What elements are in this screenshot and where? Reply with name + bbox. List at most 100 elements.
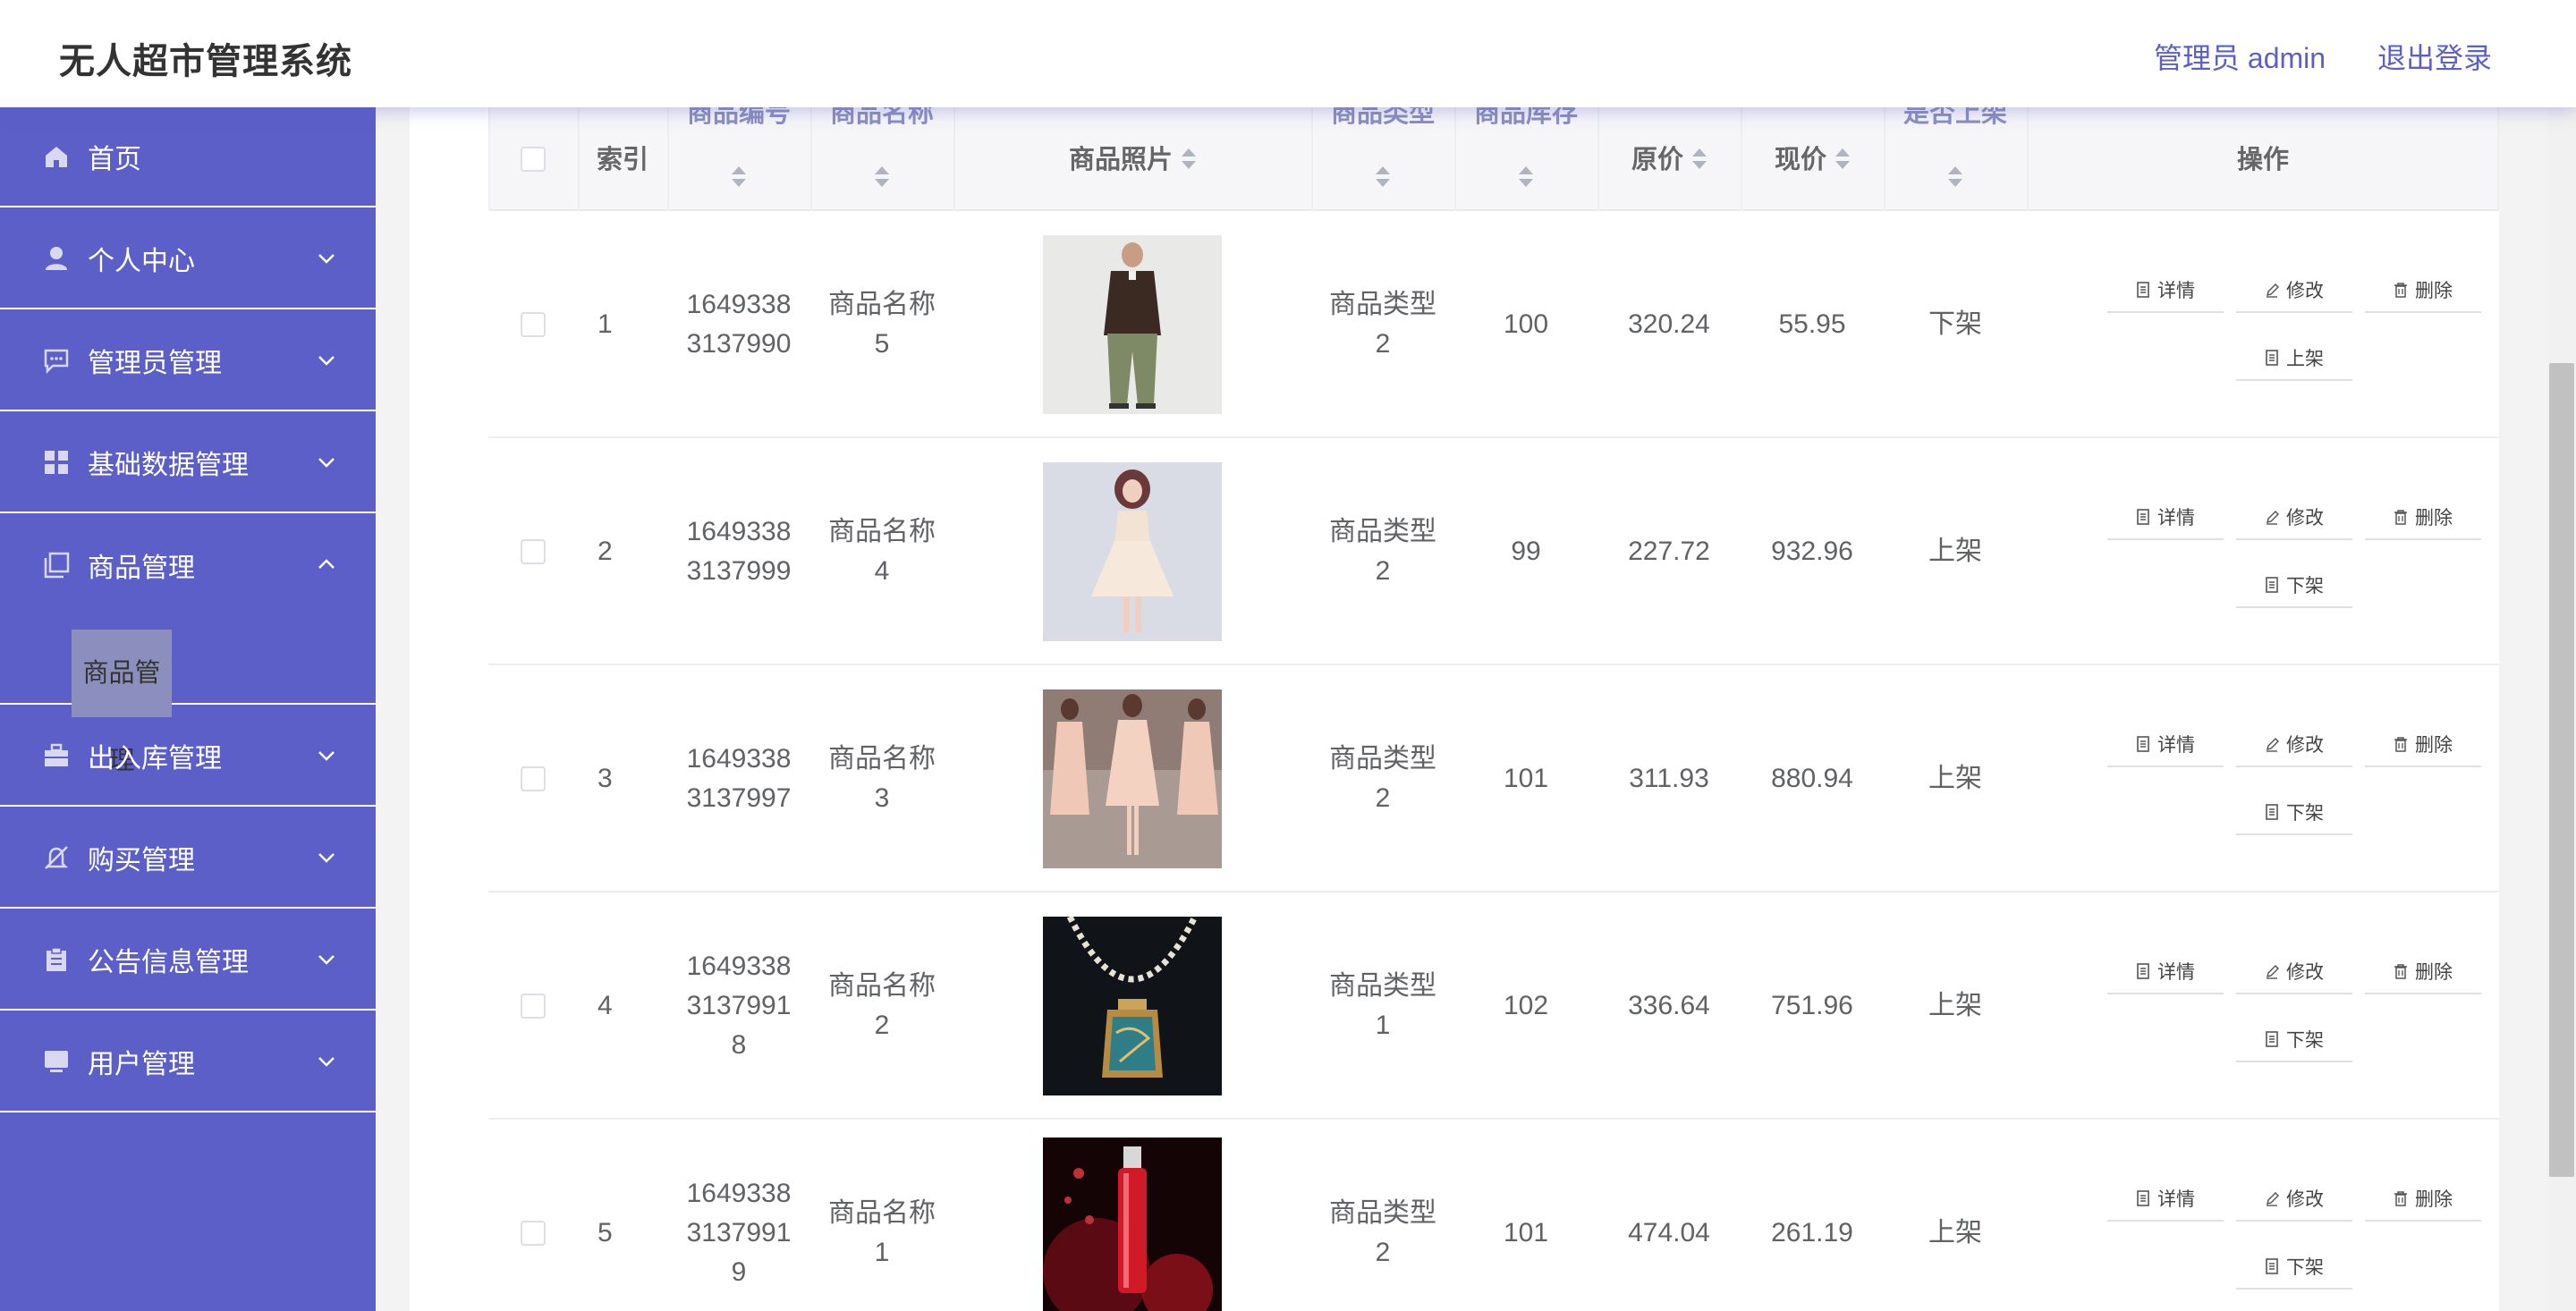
header-name[interactable]: 商品名称 — [810, 97, 953, 211]
pencil-icon — [2266, 1191, 2279, 1206]
sort-icon[interactable] — [1182, 148, 1196, 170]
app-title: 无人超市管理系统 — [59, 41, 352, 82]
row-checkbox[interactable] — [521, 1221, 546, 1246]
header-on-shelf[interactable]: 是否上架 — [1884, 97, 2027, 211]
row-photo-cell — [953, 211, 1311, 438]
delete-button[interactable]: 删除 — [2365, 1177, 2481, 1222]
row-checkbox[interactable] — [521, 312, 546, 337]
sidebar-item-home[interactable]: 首页 — [0, 107, 376, 207]
sort-icon[interactable] — [1519, 166, 1533, 188]
detail-button[interactable]: 详情 — [2107, 1177, 2224, 1222]
row-index: 5 — [597, 1218, 613, 1248]
header-photo[interactable]: 商品照片 — [953, 107, 1311, 211]
row-name: 商品名称5 — [828, 290, 936, 359]
row-stock: 102 — [1503, 991, 1549, 1020]
row-select-cell — [488, 892, 578, 1120]
shelf-toggle-button[interactable]: 上架 — [2236, 336, 2352, 381]
edit-button-label: 修改 — [2286, 281, 2324, 301]
pencil-icon — [2266, 283, 2279, 298]
sidebar-item-label: 商品管理 — [88, 554, 195, 583]
delete-button[interactable]: 删除 — [2365, 950, 2481, 994]
header-stock[interactable]: 商品库存 — [1454, 97, 1597, 211]
delete-button[interactable]: 删除 — [2365, 268, 2481, 313]
document-icon — [2266, 577, 2278, 593]
select-all-checkbox[interactable] — [521, 147, 546, 172]
product-photo-man-jacket[interactable] — [1043, 235, 1222, 414]
document-icon — [2137, 282, 2149, 298]
header-actions: 操作 — [2236, 144, 2289, 174]
row-select-cell — [488, 1120, 578, 1311]
main-content: 索引 商品编号 商品名称 商品照片 商品类型 商品库存 原价 现价 是否上架 操… — [376, 0, 2547, 1311]
sidebar-item-base-data[interactable]: 基础数据管理 — [0, 413, 376, 513]
row-index: 2 — [597, 537, 613, 566]
sort-icon[interactable] — [1835, 148, 1850, 170]
chevron-down-icon — [318, 356, 335, 366]
shelf-toggle-button[interactable]: 下架 — [2236, 1245, 2352, 1290]
sort-icon[interactable] — [732, 166, 746, 188]
detail-button[interactable]: 详情 — [2107, 268, 2224, 313]
row-stock: 99 — [1511, 537, 1541, 566]
document-icon — [2137, 736, 2149, 752]
sidebar-item-purchases[interactable]: 购买管理 — [0, 808, 376, 909]
header-orig-price[interactable]: 原价 — [1597, 107, 1741, 211]
detail-button[interactable]: 详情 — [2107, 950, 2224, 994]
edit-button[interactable]: 修改 — [2236, 950, 2352, 994]
header-type[interactable]: 商品类型 — [1311, 97, 1454, 211]
logout-link[interactable]: 退出登录 — [2377, 36, 2492, 77]
detail-button[interactable]: 详情 — [2107, 495, 2224, 540]
product-photo-pink-dresses[interactable] — [1043, 689, 1222, 868]
chevron-down-icon — [318, 458, 335, 468]
row-checkbox[interactable] — [521, 539, 546, 564]
shelf-toggle-button[interactable]: 下架 — [2236, 563, 2352, 608]
detail-button[interactable]: 详情 — [2107, 723, 2224, 767]
product-photo-pendant-necklace[interactable] — [1043, 917, 1222, 1095]
sidebar-item-label: 用户管理 — [88, 1050, 195, 1079]
home-icon — [43, 143, 70, 170]
sidebar-item-profile[interactable]: 个人中心 — [0, 209, 376, 309]
sidebar-item-users[interactable]: 用户管理 — [0, 1012, 376, 1112]
delete-button[interactable]: 删除 — [2365, 723, 2481, 767]
delete-button-label: 删除 — [2415, 508, 2453, 529]
sidebar-item-inventory[interactable]: 出入库管理 — [0, 706, 376, 807]
shelf-toggle-label: 下架 — [2286, 1030, 2324, 1051]
edit-button[interactable]: 修改 — [2236, 723, 2352, 767]
row-stock: 101 — [1503, 764, 1549, 793]
submenu-item-product-management[interactable]: 商品管理 — [72, 630, 172, 775]
briefcase-icon — [43, 742, 70, 769]
delete-button-label: 删除 — [2415, 1189, 2453, 1210]
row-orig-price: 474.04 — [1628, 1218, 1710, 1248]
header-cur-price[interactable]: 现价 — [1741, 107, 1884, 211]
page-scrollbar-thumb[interactable] — [2549, 363, 2574, 1177]
row-checkbox[interactable] — [521, 994, 546, 1019]
row-name: 商品名称3 — [828, 744, 936, 813]
header-orig-price-label: 原价 — [1631, 144, 1683, 174]
sort-icon[interactable] — [1376, 166, 1390, 188]
detail-button-label: 详情 — [2157, 735, 2195, 756]
header-index: 索引 — [596, 144, 648, 174]
delete-button[interactable]: 删除 — [2365, 495, 2481, 540]
edit-button[interactable]: 修改 — [2236, 1177, 2352, 1222]
sort-icon[interactable] — [1692, 148, 1707, 170]
sidebar-item-admins[interactable]: 管理员管理 — [0, 311, 376, 411]
shelf-toggle-button[interactable]: 下架 — [2236, 1018, 2352, 1062]
sidebar-item-label: 公告信息管理 — [88, 948, 249, 977]
sidebar-item-products[interactable]: 商品管理 — [0, 515, 376, 615]
clipboard-icon — [43, 946, 70, 973]
product-photo-white-dress[interactable] — [1043, 462, 1222, 641]
header-code[interactable]: 商品编号 — [667, 97, 810, 211]
sort-icon[interactable] — [1948, 166, 1962, 188]
row-select-cell — [488, 211, 578, 438]
product-photo-red-perfume[interactable] — [1043, 1138, 1222, 1311]
sidebar-item-announcements[interactable]: 公告信息管理 — [0, 910, 376, 1011]
row-status: 上架 — [1928, 991, 1982, 1020]
sort-icon[interactable] — [875, 166, 889, 188]
table-row: 1 16493383137990 商品名称5 商品类型2 100 320.24 — [488, 211, 2499, 438]
row-checkbox[interactable] — [521, 766, 546, 791]
edit-button[interactable]: 修改 — [2236, 268, 2352, 313]
shelf-toggle-button[interactable]: 下架 — [2236, 791, 2352, 835]
table-header: 索引 商品编号 商品名称 商品照片 商品类型 商品库存 原价 现价 是否上架 操… — [488, 97, 2499, 211]
edit-button[interactable]: 修改 — [2236, 495, 2352, 540]
admin-user-link[interactable]: 管理员 admin — [2154, 36, 2326, 77]
document-icon — [2137, 1190, 2149, 1206]
row-type: 商品类型2 — [1329, 1198, 1436, 1267]
